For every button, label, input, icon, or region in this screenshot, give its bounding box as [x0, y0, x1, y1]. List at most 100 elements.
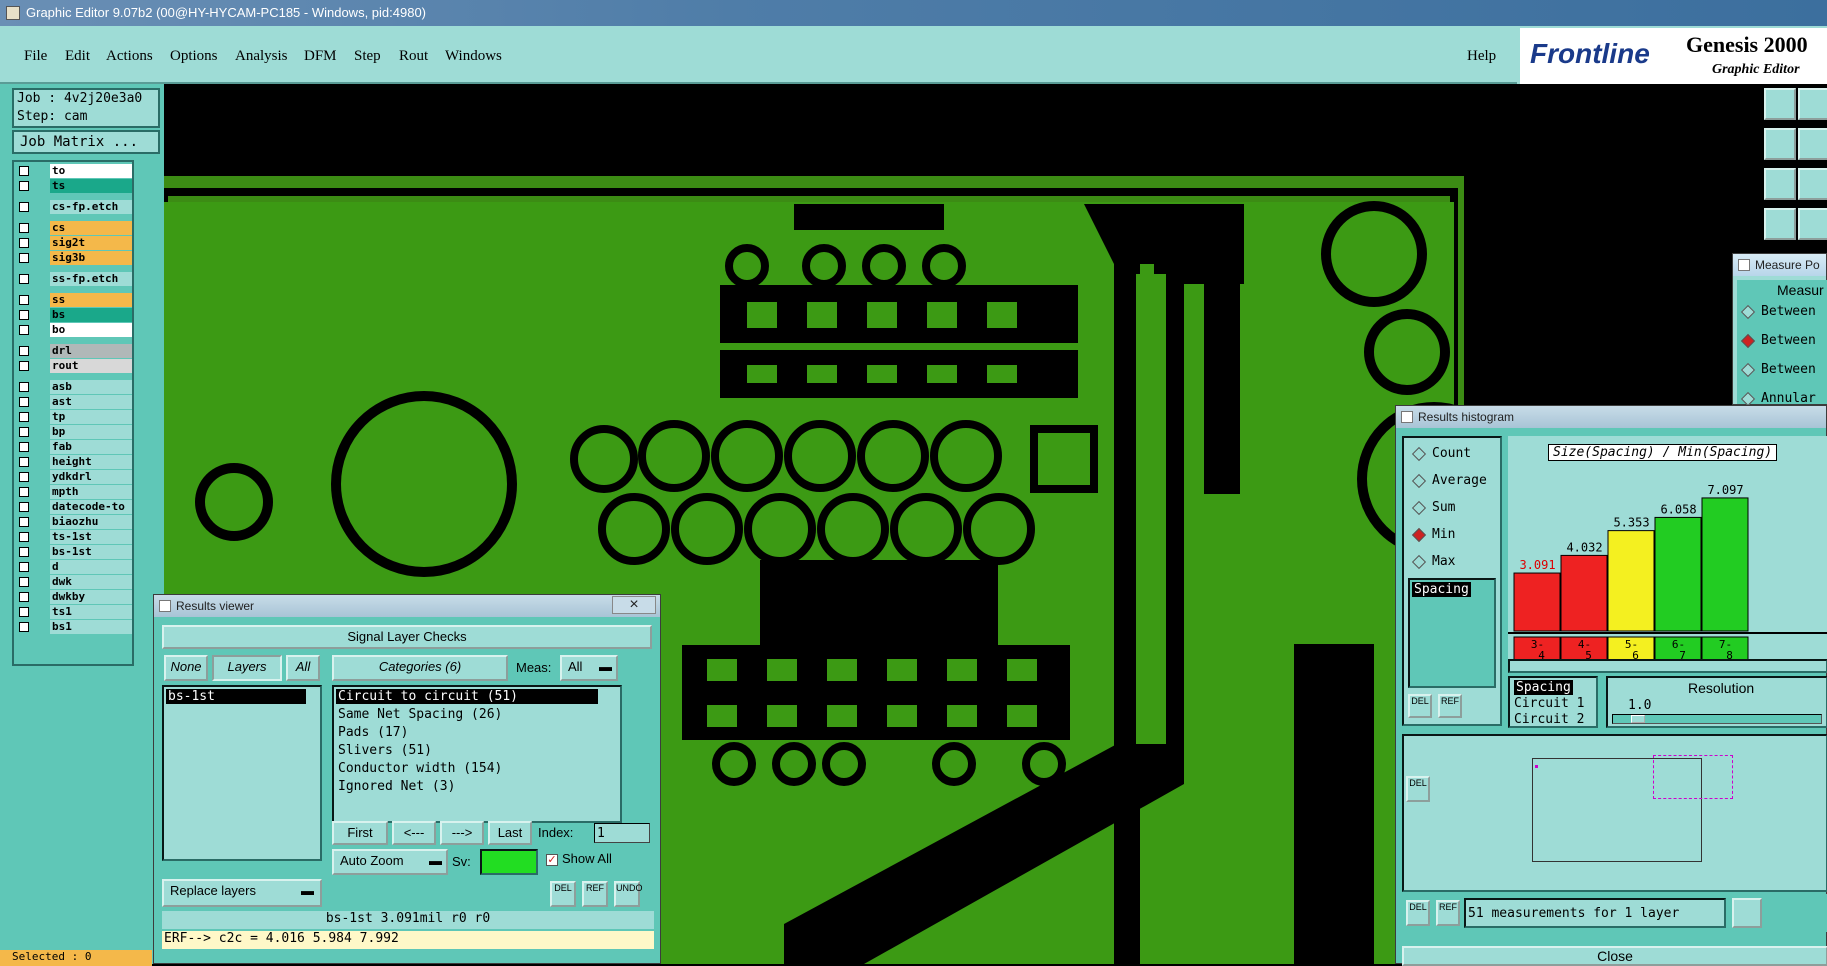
layer-checkbox[interactable]	[19, 274, 29, 284]
first-button[interactable]: First	[332, 821, 388, 845]
layer-checkbox[interactable]	[19, 346, 29, 356]
menu-edit[interactable]: Edit	[65, 48, 90, 65]
menu-help[interactable]: Help	[1467, 48, 1496, 65]
layer-row-rout[interactable]: rout	[16, 359, 132, 373]
all-button[interactable]: All	[286, 655, 320, 681]
data-item-circuit-1[interactable]: Circuit 1	[1514, 696, 1584, 711]
layer-row-d[interactable]: d	[16, 560, 132, 574]
layer-row-drl[interactable]: drl	[16, 344, 132, 358]
layer-row-ts-1st[interactable]: ts-1st	[16, 530, 132, 544]
layer-row-cs-fp.etch[interactable]: cs-fp.etch	[16, 200, 132, 214]
layer-row-biaozhu[interactable]: biaozhu	[16, 515, 132, 529]
layer-row-bo[interactable]: bo	[16, 323, 132, 337]
tools-icon[interactable]	[1764, 208, 1796, 240]
next-button[interactable]: --->	[440, 821, 484, 845]
layer-row-tp[interactable]: tp	[16, 410, 132, 424]
layer-checkbox[interactable]	[19, 427, 29, 437]
categories-list[interactable]: Circuit to circuit (51) Same Net Spacing…	[332, 685, 622, 823]
slider-handle[interactable]	[1631, 715, 1645, 723]
layer-row-fab[interactable]: fab	[16, 440, 132, 454]
category-pads[interactable]: Pads (17)	[338, 725, 408, 740]
show-all-checkbox[interactable]: ✓ Show All	[546, 851, 612, 866]
import-icon[interactable]	[1764, 128, 1796, 160]
layer-checkbox[interactable]	[19, 562, 29, 572]
layer-checkbox[interactable]	[19, 361, 29, 371]
layer-checkbox[interactable]	[19, 238, 29, 248]
layer-row-bs[interactable]: bs	[16, 308, 132, 322]
del-button-viewer[interactable]: DEL	[550, 881, 576, 907]
layer-checkbox[interactable]	[19, 502, 29, 512]
ref-button[interactable]: REF	[1438, 694, 1462, 718]
layer-row-ts[interactable]: ts	[16, 179, 132, 193]
del-button-2[interactable]: DEL	[1406, 776, 1430, 802]
category-same-net-spacing[interactable]: Same Net Spacing (26)	[338, 707, 502, 722]
upload-icon[interactable]	[1764, 88, 1796, 120]
category-list[interactable]: Spacing	[1408, 578, 1496, 688]
layer-row-ss[interactable]: ss	[16, 293, 132, 307]
undo-button[interactable]: UNDO	[614, 881, 643, 907]
layer-row-ast[interactable]: ast	[16, 395, 132, 409]
zoom-fit-icon[interactable]	[1764, 168, 1796, 200]
layer-row-cs[interactable]: cs	[16, 221, 132, 235]
layer-row-mpth[interactable]: mpth	[16, 485, 132, 499]
menu-rout[interactable]: Rout	[399, 48, 428, 65]
layer-checkbox[interactable]	[19, 592, 29, 602]
layer-checkbox[interactable]	[19, 607, 29, 617]
menu-analysis[interactable]: Analysis	[235, 48, 288, 65]
close-icon[interactable]: ×	[612, 596, 656, 614]
close-button[interactable]: Close	[1402, 946, 1827, 966]
measure-option-3[interactable]: Between	[1740, 362, 1816, 377]
layer-row-ss-fp.etch[interactable]: ss-fp.etch	[16, 272, 132, 286]
layer-checkbox[interactable]	[19, 253, 29, 263]
layer-checkbox[interactable]	[19, 547, 29, 557]
layer-checkbox[interactable]	[19, 382, 29, 392]
histogram-bar[interactable]	[1607, 530, 1655, 632]
layer-checkbox[interactable]	[19, 532, 29, 542]
layer-row-bs-1st[interactable]: bs-1st	[16, 545, 132, 559]
data-item-spacing[interactable]: Spacing	[1514, 680, 1573, 695]
layer-row-sig3b[interactable]: sig3b	[16, 251, 132, 265]
category-item[interactable]: Spacing	[1412, 582, 1471, 597]
measure-option-1[interactable]: Between	[1740, 304, 1816, 319]
category-conductor-width[interactable]: Conductor width (154)	[338, 761, 502, 776]
layers-button[interactable]: Layers	[212, 655, 282, 681]
option-max[interactable]: Max	[1411, 554, 1455, 569]
data-item-circuit-2[interactable]: Circuit 2	[1514, 712, 1584, 727]
layer-checkbox[interactable]	[19, 487, 29, 497]
layer-checkbox[interactable]	[19, 223, 29, 233]
last-button[interactable]: Last	[488, 821, 532, 845]
layer-checkbox[interactable]	[19, 397, 29, 407]
layer-checkbox[interactable]	[19, 202, 29, 212]
measure-option-4[interactable]: Annular	[1740, 391, 1816, 406]
menu-step[interactable]: Step	[354, 48, 381, 65]
menu-file[interactable]: File	[24, 48, 47, 65]
histogram-bar[interactable]	[1701, 497, 1749, 632]
ref-button-viewer[interactable]: REF	[582, 881, 608, 907]
layer-row-height[interactable]: height	[16, 455, 132, 469]
layer-row-bs1[interactable]: bs1	[16, 620, 132, 634]
categories-button[interactable]: Categories (6)	[332, 655, 508, 681]
layer-checkbox[interactable]	[19, 442, 29, 452]
histogram-bar[interactable]	[1654, 516, 1702, 632]
layer-row-ydkdrl[interactable]: ydkdrl	[16, 470, 132, 484]
index-input[interactable]	[594, 823, 650, 843]
option-average[interactable]: Average	[1411, 473, 1487, 488]
layer-checkbox[interactable]	[19, 181, 29, 191]
histogram-scrollbar[interactable]	[1508, 659, 1827, 673]
layer-row-datecode-to[interactable]: datecode-to	[16, 500, 132, 514]
layer-checkbox[interactable]	[19, 166, 29, 176]
sv-color-dropdown[interactable]	[480, 849, 538, 875]
layer-row-ts1[interactable]: ts1	[16, 605, 132, 619]
chart-icon[interactable]	[1732, 898, 1762, 928]
menu-windows[interactable]: Windows	[445, 48, 502, 65]
layer-checkbox[interactable]	[19, 517, 29, 527]
menu-options[interactable]: Options	[170, 48, 218, 65]
replace-layers-dropdown[interactable]: Replace layers ▬	[162, 879, 322, 907]
job-matrix-button[interactable]: Job Matrix ...	[12, 130, 160, 154]
layer-checkbox[interactable]	[19, 295, 29, 305]
frame-icon[interactable]	[1798, 128, 1827, 160]
layer-item-bs-1st[interactable]: bs-1st	[166, 689, 306, 704]
signal-layer-checks-header[interactable]: Signal Layer Checks	[162, 625, 652, 649]
del-button-3[interactable]: DEL	[1406, 900, 1430, 926]
prev-button[interactable]: <---	[392, 821, 436, 845]
